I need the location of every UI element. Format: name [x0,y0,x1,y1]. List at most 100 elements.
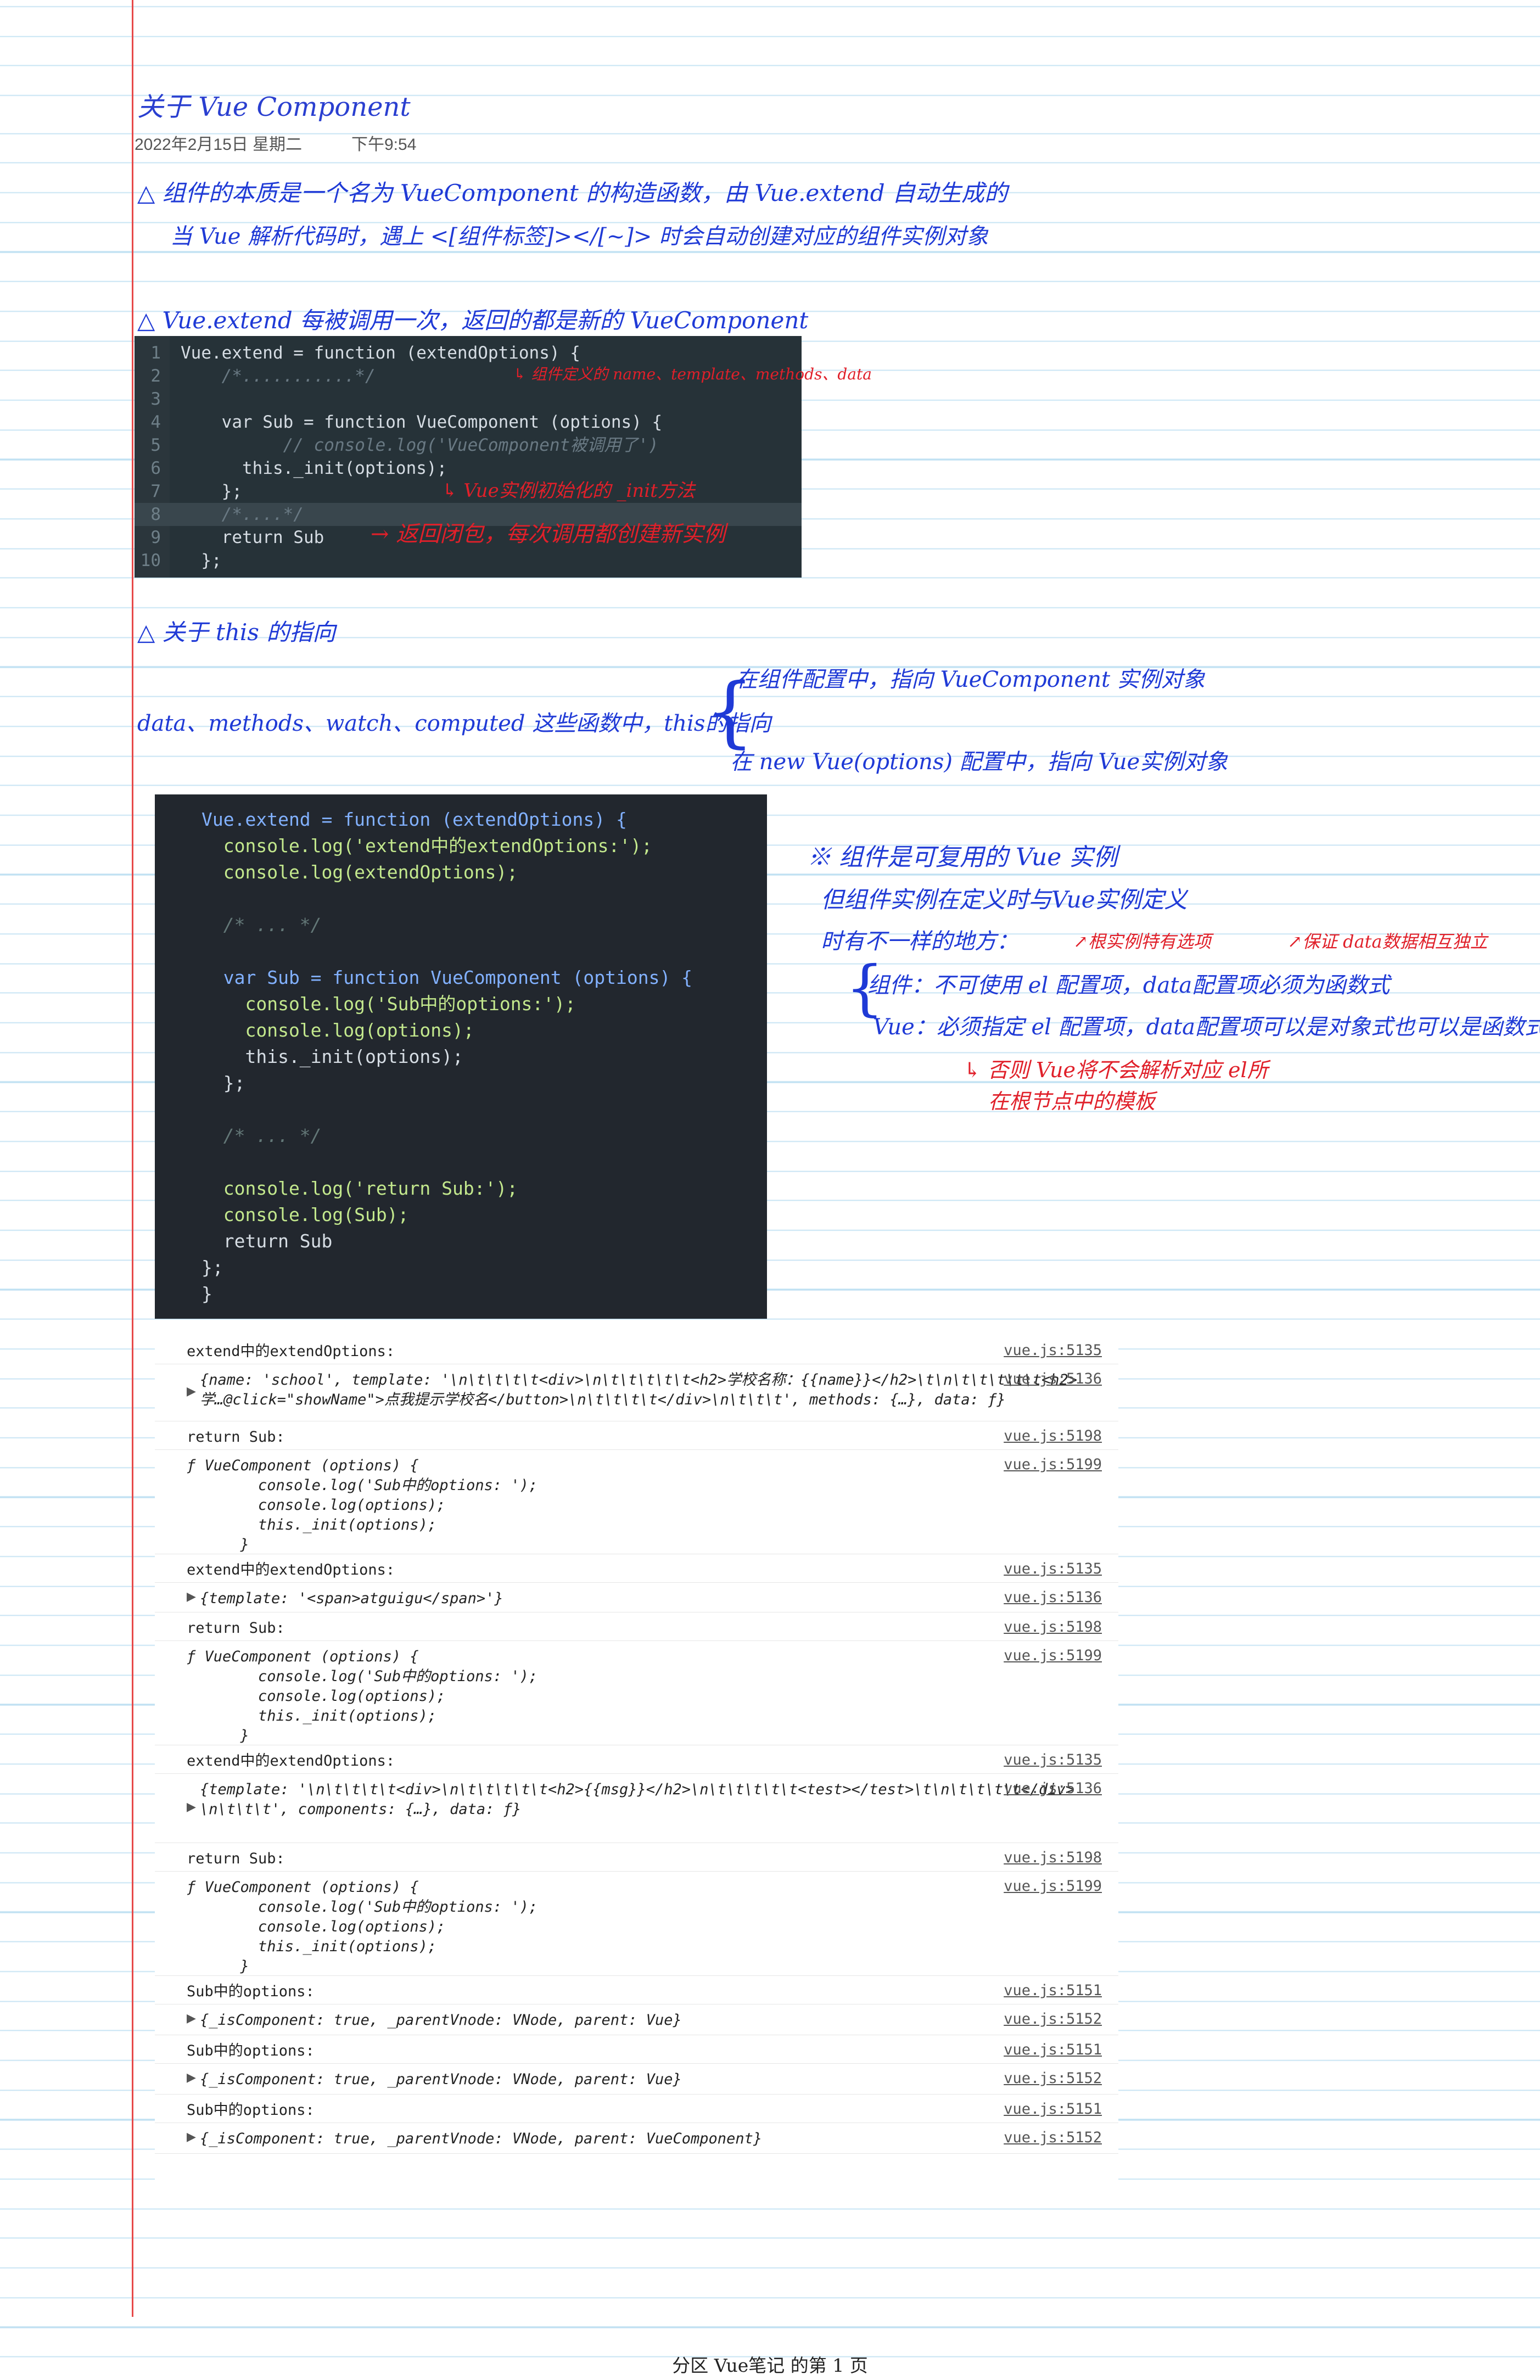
code-text: Vue.extend = function (extendOptions) { [181,343,580,363]
code-line: /* ... */ [155,1123,767,1149]
code-line: console.log('return Sub:'); [155,1175,767,1202]
console-source-link[interactable]: vue.js:5135 [1004,1560,1102,1577]
code-line: this._init(options); [155,1044,767,1070]
console-message: {name: 'school', template: '\n\t\t\t\t<d… [200,1371,1077,1408]
console-message: {_isComponent: true, _parentVnode: VNode… [200,2071,682,2088]
annotation-options: ↳ 组件定义的 name、template、methods、data [513,365,872,383]
console-source-link[interactable]: vue.js:5136 [1004,1780,1102,1797]
hand-line-4: △ 关于 this 的指向 [137,619,336,646]
hand-right-component: 组件：不可使用 el 配置项，data配置项必须为函数式 [867,973,1390,998]
code-text: console.log(options); [201,1020,474,1041]
line-number: 4 [150,412,161,432]
expand-triangle-icon[interactable]: ▶ [187,2012,196,2025]
console-source-link[interactable]: vue.js:5135 [1004,1751,1102,1768]
code-text: this._init(options); [201,1046,463,1067]
hand-right-1: ※ 组件是可复用的 Vue 实例 [807,843,1118,871]
console-message: {template: '\n\t\t\t\t<div>\n\t\t\t\t\t<… [200,1781,1075,1818]
hand-line-5: data、methods、watch、computed 这些函数中，this的指… [137,711,771,736]
console-source-link[interactable]: vue.js:5151 [1004,2101,1102,2118]
page-title: 关于 Vue Component [137,92,411,122]
code-text: return Sub [181,528,324,547]
code-line: }; [155,1070,767,1096]
console-output: extend中的extendOptions: vue.js:5135 ▶ {name:… [155,1335,1118,2186]
code-block-logging: Vue.extend = function (extendOptions) { … [155,794,767,1319]
code-text: var Sub = function VueComponent (options… [181,412,663,432]
hand-right-vue: Vue：必须指定 el 配置项，data配置项可以是对象式也可以是函数式 [873,1015,1540,1040]
margin-line [132,0,133,2317]
hand-line-3: △ Vue.extend 每被调用一次，返回的都是新的 VueComponent [137,307,809,334]
console-message: ƒ VueComponent (options) { console.log('… [187,1648,538,1744]
console-row: ƒ VueComponent (options) { console.log('… [155,1449,1118,1554]
console-source-link[interactable]: vue.js:5151 [1004,2041,1102,2058]
console-row: Sub中的options: vue.js:5151 [155,1975,1118,2004]
console-message: extend中的extendOptions: [187,1343,395,1360]
code-line: return Sub [155,1228,767,1255]
code-line: console.log(extendOptions); [155,859,767,886]
code-line: console.log('Sub中的options:'); [155,991,767,1017]
annotation-otherwise: ↳ 否则 Vue将不会解析对应 el所 [964,1058,1268,1082]
expand-triangle-icon[interactable]: ▶ [187,1800,196,1814]
code-line: 3 [135,388,802,411]
console-message: {_isComponent: true, _parentVnode: VNode… [200,2012,682,2029]
annotation-root-only: ↗根实例特有选项 [1073,931,1211,952]
console-row: ƒ VueComponent (options) { console.log('… [155,1640,1118,1745]
code-text: console.log(extendOptions); [201,861,518,883]
console-source-link[interactable]: vue.js:5199 [1004,1878,1102,1895]
hand-branch-2: 在 new Vue(options) 配置中，指向 Vue实例对象 [730,749,1228,775]
code-line: 4 var Sub = function VueComponent (optio… [135,411,802,434]
line-number: 8 [150,505,161,524]
expand-triangle-icon[interactable]: ▶ [187,1590,196,1604]
console-source-link[interactable]: vue.js:5199 [1004,1647,1102,1664]
expand-triangle-icon[interactable]: ▶ [187,1385,196,1398]
line-number: 10 [140,551,161,570]
console-row: extend中的extendOptions: vue.js:5135 [155,1335,1118,1364]
expand-triangle-icon[interactable]: ▶ [187,2130,196,2144]
expand-triangle-icon[interactable]: ▶ [187,2071,196,2085]
console-source-link[interactable]: vue.js:5152 [1004,2011,1102,2028]
code-text: }; [181,551,222,570]
console-source-link[interactable]: vue.js:5136 [1004,1589,1102,1606]
code-line: var Sub = function VueComponent (options… [155,965,767,991]
note-time: 下午9:54 [351,136,417,154]
code-text: this._init(options); [181,458,447,478]
code-text: var Sub = function VueComponent (options… [201,967,693,988]
console-source-link[interactable]: vue.js:5151 [1004,1982,1102,1999]
hand-line-1: △ 组件的本质是一个名为 VueComponent 的构造函数，由 Vue.ex… [137,180,1007,206]
console-message: return Sub: [187,1429,285,1446]
annotation-init: ↳ Vue实例初始化的 _init方法 [442,480,695,502]
code-text: /* ... */ [201,1125,322,1146]
code-text: return Sub [201,1230,333,1252]
code-text: console.log('return Sub:'); [201,1178,518,1199]
console-source-link[interactable]: vue.js:5198 [1004,1849,1102,1866]
line-number: 5 [150,435,161,455]
line-number: 1 [150,343,161,363]
code-text: console.log(Sub); [201,1204,409,1225]
console-message: extend中的extendOptions: [187,1561,395,1578]
code-text: } [201,1283,212,1304]
console-source-link[interactable]: vue.js:5199 [1004,1456,1102,1473]
console-source-link[interactable]: vue.js:5136 [1004,1370,1102,1387]
console-source-link[interactable]: vue.js:5198 [1004,1427,1102,1444]
code-text: Vue.extend = function (extendOptions) { [201,809,627,830]
console-source-link[interactable]: vue.js:5198 [1004,1619,1102,1636]
code-line: console.log('extend中的extendOptions:'); [155,833,767,859]
console-row: ▶ {_isComponent: true, _parentVnode: VNod… [155,2063,1118,2095]
console-row: return Sub: vue.js:5198 [155,1612,1118,1641]
console-message: ƒ VueComponent (options) { console.log('… [187,1457,538,1553]
code-line: 1 Vue.extend = function (extendOptions) { [135,341,802,365]
page-footer: 分区 Vue笔记 的第 1 页 [672,2355,868,2376]
code-text: }; [181,481,242,501]
console-row: Sub中的options: vue.js:5151 [155,2094,1118,2123]
annotation-root-template: 在根节点中的模板 [988,1089,1156,1113]
line-number: 2 [150,366,161,386]
console-source-link[interactable]: vue.js:5152 [1004,2129,1102,2146]
console-source-link[interactable]: vue.js:5135 [1004,1342,1102,1359]
console-row: return Sub: vue.js:5198 [155,1843,1118,1872]
console-source-link[interactable]: vue.js:5152 [1004,2070,1102,2087]
console-message: Sub中的options: [187,2102,315,2119]
hand-right-2: 但组件实例在定义时与Vue实例定义 [821,886,1188,913]
note-date: 2022年2月15日 星期二 [135,136,303,154]
console-message: Sub中的options: [187,2042,315,2059]
